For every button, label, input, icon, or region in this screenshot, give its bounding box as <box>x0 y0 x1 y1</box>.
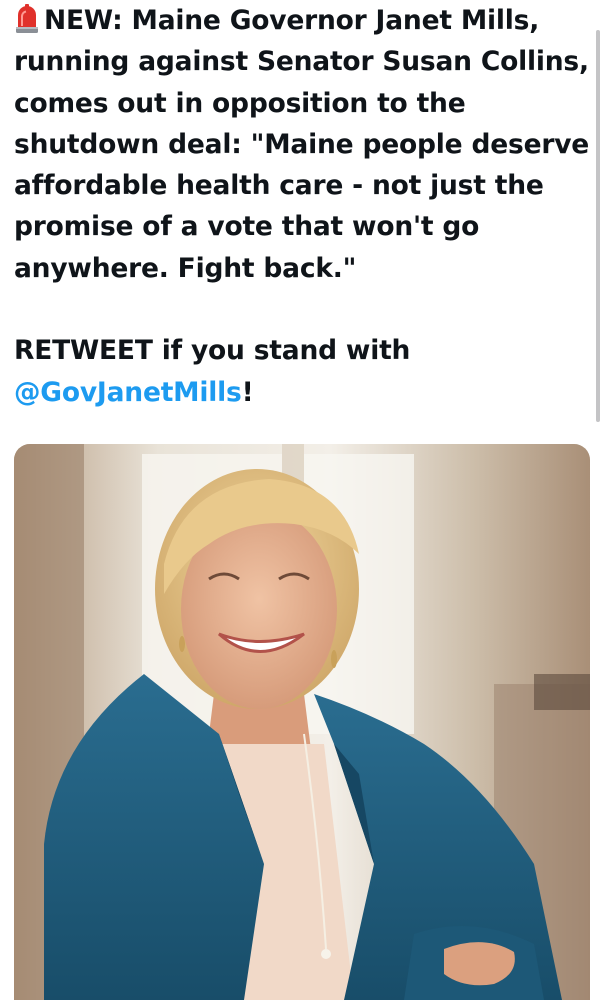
tweet-line-7: anywhere. Fight back." <box>14 252 357 284</box>
tweet-line-3: comes out in opposition to the <box>14 87 466 119</box>
portrait-photo <box>14 444 590 1000</box>
tweet-text: NEW: Maine Governor Janet Mills, running… <box>14 0 592 413</box>
scrollbar[interactable] <box>596 30 600 422</box>
cta-text: RETWEET if you stand with <box>14 335 411 367</box>
tweet-line-2: running against Senator Susan Collins, <box>14 46 589 78</box>
mention-link[interactable]: @GovJanetMills <box>14 377 242 408</box>
tweet-line-5: affordable health care - not just the <box>14 170 544 202</box>
tweet-line-1: NEW: Maine Governor Janet Mills, <box>14 0 592 41</box>
tweet-line-6: promise of a vote that won't go <box>14 211 480 243</box>
tweet-line-4: shutdown deal: "Maine people deserve <box>14 128 590 160</box>
mention-line: @GovJanetMills! <box>14 372 592 413</box>
tweet-photo[interactable] <box>14 444 590 1000</box>
police-siren-icon <box>14 4 40 34</box>
cta-line: RETWEET if you stand with <box>14 330 592 371</box>
cta-suffix: ! <box>241 376 254 408</box>
